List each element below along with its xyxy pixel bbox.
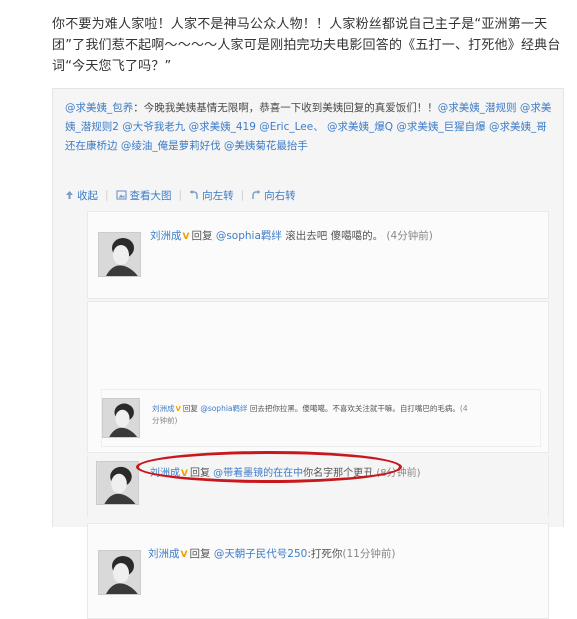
- toolbar-divider: |: [240, 189, 245, 201]
- comment-text: :打死你: [307, 548, 343, 560]
- post-text-part1: 你不要为难人家啦！人家不是神马公众人物！！人家粉丝都说自己主子是: [52, 17, 475, 32]
- comment-author[interactable]: 刘洲成: [148, 548, 180, 560]
- quoted-author-link[interactable]: @求美姨_包养: [65, 102, 133, 114]
- comment-card: 刘洲成V 回复 @带着墨镜的在在中你名字那个更丑 (8分钟前): [87, 451, 549, 517]
- comment-card: 刘洲成V 回复 @天朝子民代号250:打死你(11分钟前): [87, 523, 549, 619]
- quoted-post: @求美姨_包养：今晚我美姨基情无限啊，恭喜一下收到美姨回复的真爱饭们！！@求美姨…: [52, 88, 564, 619]
- vip-badge-icon: V: [182, 232, 190, 242]
- comment-line: 刘洲成V 回复 @sophia羁绊 滚出去吧 傻噶噶的。 (4分钟前): [150, 228, 433, 243]
- avatar[interactable]: [98, 232, 141, 277]
- rotate-left-button[interactable]: 向左转: [189, 188, 234, 203]
- comment-time: (4分钟前): [386, 230, 433, 242]
- comment-text: 回去把你拉黑。傻噶噶。不喜欢关注就干嘛。自打嘴巴的毛病。: [249, 404, 460, 413]
- image-toolbar: 收起 | 查看大图 | 向左转 | 向右转: [65, 187, 296, 203]
- comment-card: 刘洲成V 回复 @sophia羁绊 回去把你拉黑。傻噶噶。不喜欢关注就干嘛。自打嘴…: [101, 389, 541, 447]
- vip-badge-icon: V: [180, 550, 188, 560]
- rotate-right-button[interactable]: 向右转: [251, 188, 296, 203]
- quoted-body: ：今晚我美姨基情无限啊，恭喜一下收到美姨回复的真爱饭们！！: [133, 102, 438, 114]
- rotate-right-icon: [252, 190, 261, 199]
- view-large-icon: [115, 190, 127, 200]
- comment-line: 刘洲成V 回复 @sophia羁绊 回去把你拉黑。傻噶噶。不喜欢关注就干嘛。自打嘴…: [152, 403, 472, 426]
- reply-label: 回复: [189, 548, 211, 560]
- comment-screenshot-image[interactable]: 刘洲成V 回复 @sophia羁绊 滚出去吧 傻噶噶的。 (4分钟前) 刘洲成V 回…: [87, 211, 549, 619]
- comment-mention[interactable]: @sophia羁绊: [200, 404, 247, 413]
- view-large-label: 查看大图: [129, 189, 172, 202]
- comment-author[interactable]: 刘洲成: [150, 230, 182, 242]
- comment-time: (11分钟前): [342, 548, 396, 560]
- avatar[interactable]: [96, 461, 139, 505]
- view-large-button[interactable]: 查看大图: [115, 188, 172, 203]
- comment-text: 滚出去吧 傻噶噶的。: [285, 230, 384, 242]
- highlight-circle: [136, 451, 402, 483]
- collapse-icon: [66, 191, 73, 199]
- post-text: 你不要为难人家啦！人家不是神马公众人物！！人家粉丝都说自己主子是“亚洲第一天团”…: [52, 14, 564, 77]
- rotate-left-label: 向左转: [202, 189, 234, 202]
- post-text-quote2: “今天您飞了吗？”: [65, 59, 172, 74]
- avatar[interactable]: [98, 550, 141, 595]
- comment-line: 刘洲成V 回复 @天朝子民代号250:打死你(11分钟前): [148, 546, 395, 561]
- collapse-button[interactable]: 收起: [65, 188, 98, 203]
- collapse-label: 收起: [77, 189, 98, 202]
- comment-mention[interactable]: @sophia羁绊: [216, 230, 282, 242]
- rotate-right-label: 向右转: [264, 189, 296, 202]
- vip-badge-icon: V: [175, 405, 181, 413]
- comment-card: 刘洲成V 回复 @sophia羁绊 滚出去吧 傻噶噶的。 (4分钟前): [87, 211, 549, 299]
- reply-label: 回复: [191, 230, 213, 242]
- rotate-left-icon: [189, 190, 198, 199]
- comment-author[interactable]: 刘洲成: [152, 404, 175, 413]
- avatar[interactable]: [102, 398, 140, 438]
- toolbar-divider: |: [178, 189, 183, 201]
- comment-mention[interactable]: @天朝子民代号250: [214, 548, 308, 560]
- quoted-post-text: @求美姨_包养：今晚我美姨基情无限啊，恭喜一下收到美姨回复的真爱饭们！！@求美姨…: [65, 99, 557, 156]
- reply-label: 回复: [182, 404, 198, 413]
- toolbar-divider: |: [105, 189, 109, 201]
